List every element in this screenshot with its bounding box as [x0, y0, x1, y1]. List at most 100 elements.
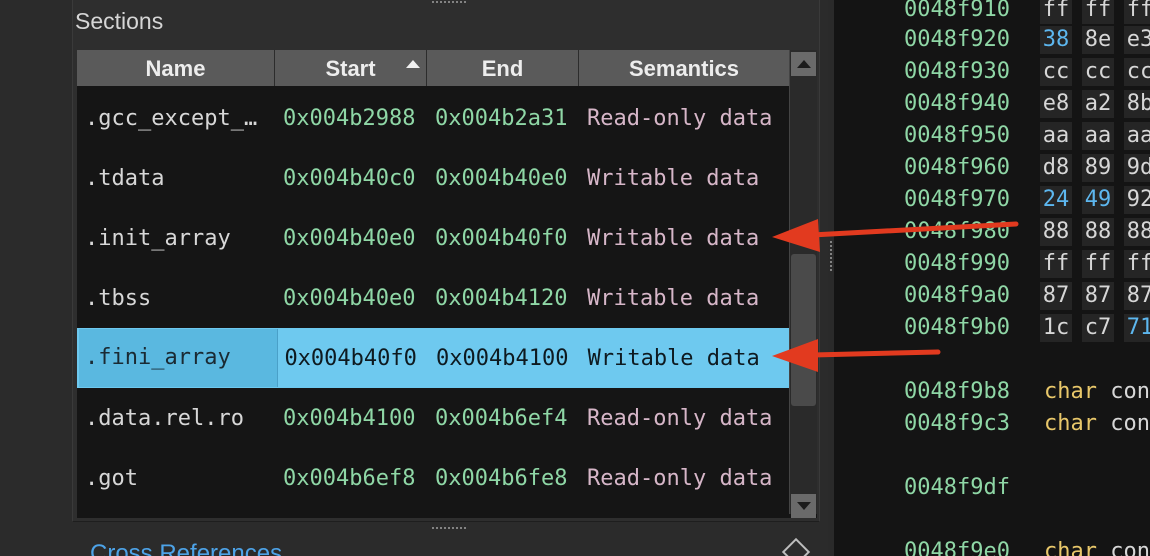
hex-byte[interactable]: 8e [1082, 26, 1114, 54]
column-header-start[interactable]: Start [275, 50, 427, 86]
table-row[interactable]: .init_array 0x004b40e0 0x004b40f0 Writab… [77, 208, 789, 268]
table-row[interactable]: .tdata 0x004b40c0 0x004b40e0 Writable da… [77, 148, 789, 208]
table-row[interactable]: .tbss 0x004b40e0 0x004b4120 Writable dat… [77, 268, 789, 328]
decl-rest: con [1110, 539, 1150, 556]
decl-type: char [1044, 379, 1097, 404]
hex-address: 0048f990 [904, 251, 1010, 276]
hex-byte[interactable]: 49 [1082, 186, 1114, 214]
hex-address: 0048f940 [904, 91, 1010, 116]
hex-byte[interactable]: 88 [1082, 218, 1114, 246]
decl-address: 0048f9b8 [904, 379, 1010, 404]
hex-address: 0048f9a0 [904, 283, 1010, 308]
hex-row: 0048f970 24 49 92 [834, 184, 1150, 216]
cross-references-heading[interactable]: Cross References [90, 540, 282, 556]
table-row[interactable]: .data.rel.ro 0x004b4100 0x004b6ef4 Read-… [77, 388, 789, 448]
decl-type: char [1044, 411, 1097, 436]
hex-byte[interactable]: e3 [1124, 26, 1150, 54]
hex-byte[interactable]: 1c [1040, 314, 1072, 342]
hex-row: 0048f990 ff ff ff [834, 248, 1150, 280]
hex-byte[interactable]: cc [1040, 58, 1072, 86]
pin-icon[interactable] [781, 537, 811, 556]
hex-address: 0048f910 [904, 0, 1010, 22]
hex-byte[interactable]: ff [1040, 0, 1072, 24]
hex-byte[interactable]: 87 [1082, 282, 1114, 310]
data-declaration[interactable]: 0048f9df [834, 472, 1150, 504]
hex-byte[interactable]: cc [1124, 58, 1150, 86]
hex-byte[interactable]: 88 [1124, 218, 1150, 246]
cell-start: 0x004b40e0 [283, 285, 416, 311]
cell-semantics: Writable data [587, 225, 760, 251]
scroll-up-button[interactable] [791, 52, 816, 76]
decl-text: char con [1044, 408, 1150, 440]
hex-byte[interactable]: ff [1040, 250, 1072, 278]
decl-address: 0048f9df [904, 475, 1010, 500]
hex-byte[interactable]: 24 [1040, 186, 1072, 214]
table-row[interactable]: .got 0x004b6ef8 0x004b6fe8 Read-only dat… [77, 448, 789, 508]
table-row[interactable]: .gcc_except_… 0x004b2988 0x004b2a31 Read… [77, 88, 789, 148]
sections-panel: Sections Name Start End Semantics .gcc_e… [72, 0, 820, 530]
hex-byte[interactable]: 8b [1124, 90, 1150, 118]
data-declaration[interactable]: 0048f9b8 char con [834, 376, 1150, 408]
cell-start: 0x004b40e0 [283, 225, 416, 251]
cell-end: 0x004b40e0 [435, 165, 568, 191]
hex-byte[interactable]: 9d [1124, 154, 1150, 182]
hex-byte[interactable]: 38 [1040, 26, 1072, 54]
data-declaration[interactable]: 0048f9c3 char con [834, 408, 1150, 440]
panel-title: Sections [75, 8, 164, 34]
scroll-up-icon [797, 60, 811, 68]
cell-end: 0x004b4120 [435, 285, 568, 311]
table-row-selected[interactable]: .fini_array 0x004b40f0 0x004b4100 Writab… [77, 328, 789, 388]
hex-row: 0048f9b0 1c c7 71 [834, 312, 1150, 344]
column-header-semantics[interactable]: Semantics [579, 50, 789, 86]
hex-byte[interactable]: ff [1082, 0, 1114, 24]
hex-row: 0048f910 ff ff ff [834, 0, 1150, 26]
hex-byte[interactable]: aa [1124, 122, 1150, 150]
hex-byte[interactable]: aa [1082, 122, 1114, 150]
cell-name: .data.rel.ro [85, 405, 244, 431]
vertical-scrollbar[interactable] [789, 50, 817, 518]
cell-semantics: Writable data [587, 285, 760, 311]
decl-address: 0048f9c3 [904, 411, 1010, 436]
hex-byte[interactable]: c7 [1082, 314, 1114, 342]
hex-byte[interactable]: ff [1124, 250, 1150, 278]
hex-byte[interactable]: a2 [1082, 90, 1114, 118]
hex-byte[interactable]: 92 [1124, 186, 1150, 214]
decl-text: char con [1044, 376, 1150, 408]
hex-byte[interactable]: e8 [1040, 90, 1072, 118]
hex-byte[interactable]: 71 [1124, 314, 1150, 342]
hex-byte[interactable]: ff [1124, 0, 1150, 24]
left-pane: Sections Name Start End Semantics .gcc_e… [0, 0, 828, 556]
scrollbar-thumb[interactable] [791, 254, 816, 406]
decl-rest: con [1110, 379, 1150, 404]
hex-address: 0048f970 [904, 187, 1010, 212]
hex-address: 0048f930 [904, 59, 1010, 84]
cell-name: .init_array [85, 225, 231, 251]
hex-row: 0048f980 88 88 88 [834, 216, 1150, 248]
hex-byte[interactable]: d8 [1040, 154, 1072, 182]
hex-byte[interactable]: 89 [1082, 154, 1114, 182]
data-declaration[interactable]: 0048f9e0 char con [834, 536, 1150, 556]
panel-bottom-grip-icon[interactable] [431, 526, 467, 530]
hex-byte[interactable]: ff [1082, 250, 1114, 278]
sort-ascending-icon [406, 60, 420, 68]
scroll-down-button[interactable] [791, 494, 816, 518]
hex-address: 0048f980 [904, 219, 1010, 244]
hex-byte[interactable]: aa [1040, 122, 1072, 150]
cell-semantics: Writable data [587, 345, 760, 371]
hex-row: 0048f940 e8 a2 8b [834, 88, 1150, 120]
hex-byte[interactable]: cc [1082, 58, 1114, 86]
panel-top-grip-icon[interactable] [431, 0, 467, 4]
hex-view: 0048f910 ff ff ff 0048f920 38 8e e3 0048… [834, 0, 1150, 556]
column-header-end[interactable]: End [427, 50, 579, 86]
hex-address: 0048f950 [904, 123, 1010, 148]
decl-type: char [1044, 539, 1097, 556]
hex-row: 0048f960 d8 89 9d [834, 152, 1150, 184]
hex-byte[interactable]: 87 [1124, 282, 1150, 310]
column-header-name[interactable]: Name [77, 50, 275, 86]
table-header: Name Start End Semantics [77, 50, 789, 86]
hex-row: 0048f950 aa aa aa [834, 120, 1150, 152]
cell-name: .gcc_except_… [85, 105, 258, 131]
hex-byte[interactable]: 88 [1040, 218, 1072, 246]
hex-byte[interactable]: 87 [1040, 282, 1072, 310]
hex-address: 0048f9b0 [904, 315, 1010, 340]
